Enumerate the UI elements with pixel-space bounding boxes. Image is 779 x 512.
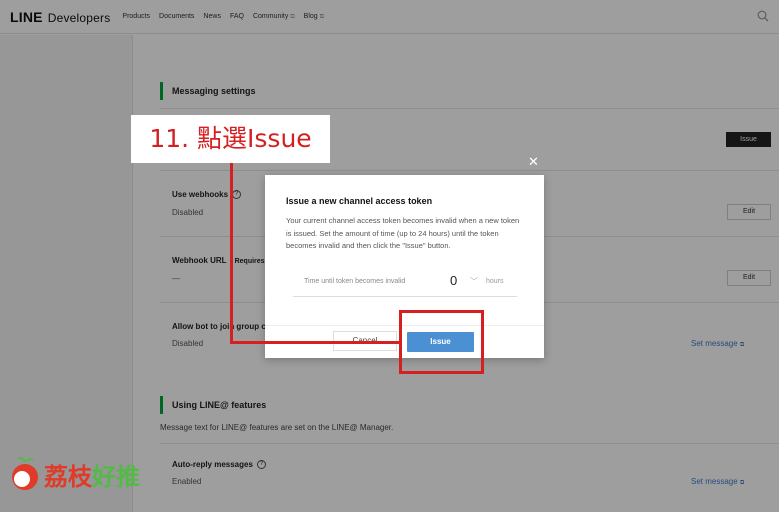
annotation-connector-line <box>230 163 233 344</box>
token-expiry-value[interactable]: 0 <box>450 273 457 288</box>
lychee-icon <box>12 457 38 490</box>
watermark-text-green: 好推 <box>92 462 140 491</box>
annotation-highlight-box <box>399 310 484 374</box>
dialog-description: Your current channel access token become… <box>286 216 520 250</box>
dialog-title: Issue a new channel access token <box>286 196 433 206</box>
annotation-step-label: 11. 點選Issue <box>131 115 330 163</box>
watermark-logo: 荔枝 好推 <box>10 456 140 492</box>
token-expiry-unit: hours <box>486 278 504 285</box>
close-icon[interactable]: ✕ <box>528 155 539 168</box>
chevron-down-icon[interactable]: ﹀ <box>470 276 478 287</box>
annotation-connector-line <box>230 341 402 344</box>
token-expiry-field[interactable]: Time until token becomes invalid 0 ﹀ hou… <box>293 267 517 297</box>
watermark-text-red: 荔枝 <box>44 462 92 491</box>
token-expiry-label: Time until token becomes invalid <box>304 278 406 285</box>
